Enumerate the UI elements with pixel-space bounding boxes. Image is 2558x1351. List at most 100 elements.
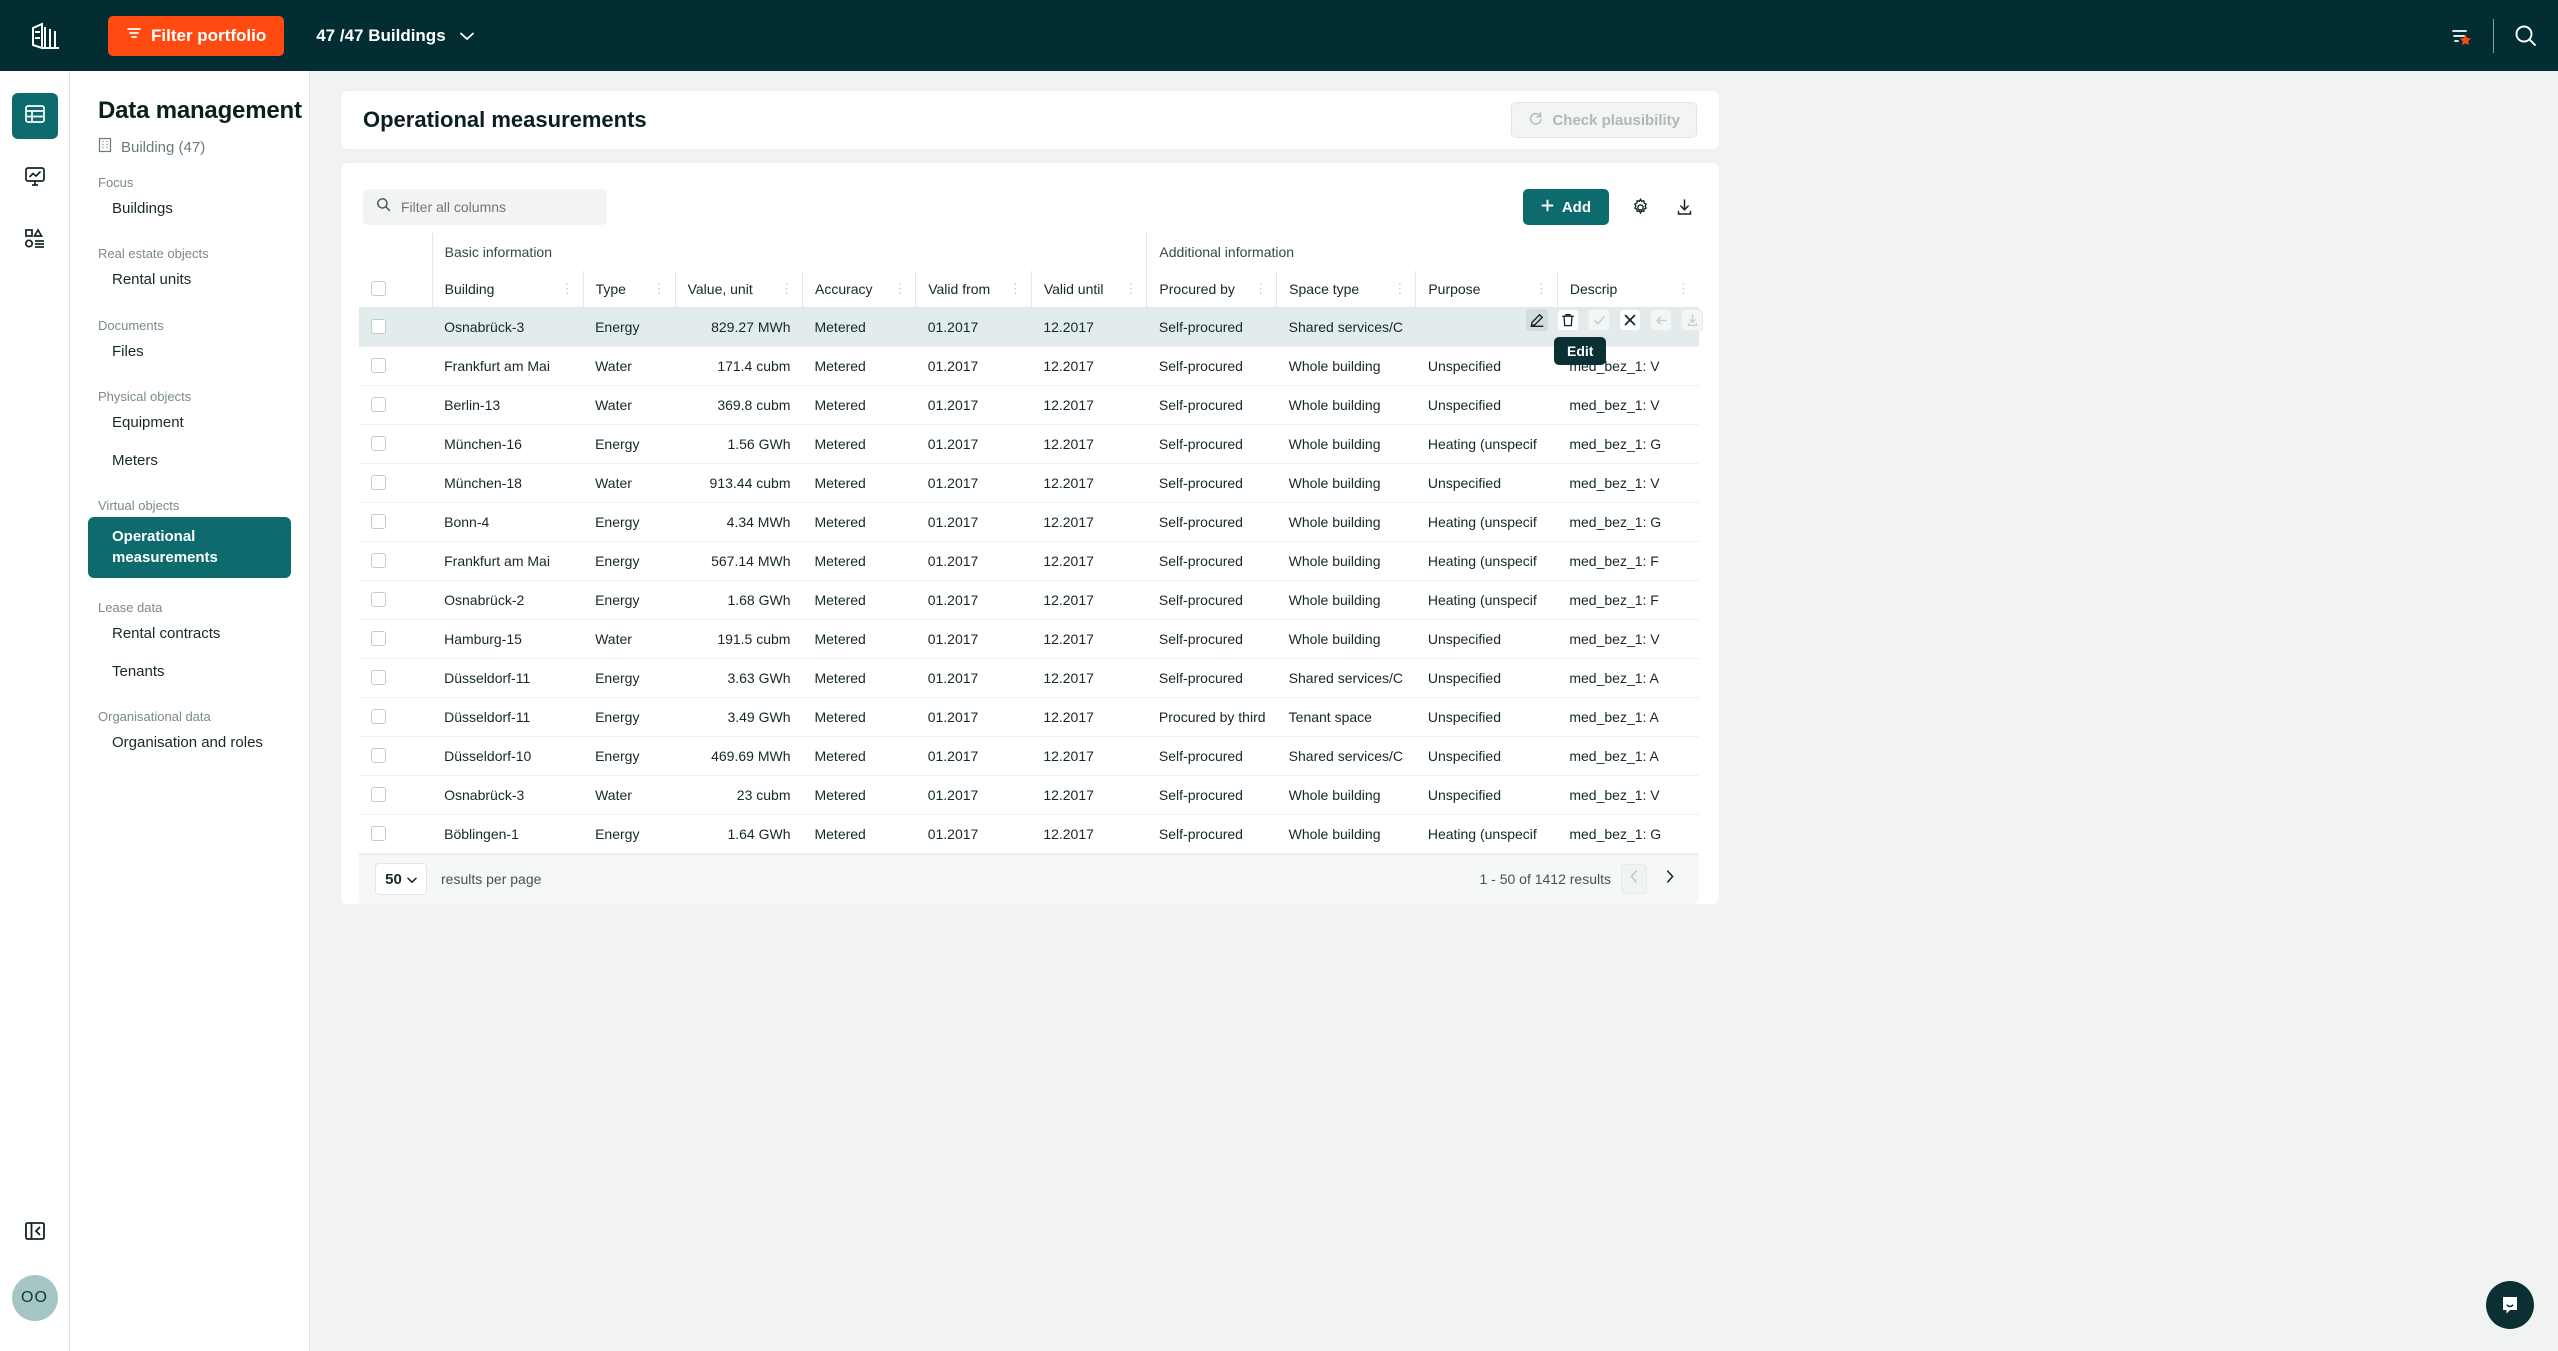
row-select-cell xyxy=(359,502,432,541)
cell-purpose: Unspecified xyxy=(1427,357,1501,374)
table-row[interactable]: Böblingen-1 Energy 1.64 GWh Metered 01.2017 1… xyxy=(359,814,1699,853)
row-checkbox[interactable] xyxy=(371,826,386,841)
close-x-icon[interactable] xyxy=(1619,309,1641,331)
column-menu-icon[interactable]: ⋮ xyxy=(561,281,574,295)
table-row[interactable]: Frankfurt am Mai Water 171.4 cubm Metered 01… xyxy=(359,346,1699,385)
table-row[interactable]: Frankfurt am Mai Energy 567.14 MWh Metered 0… xyxy=(359,541,1699,580)
rail-item-dashboard[interactable] xyxy=(12,155,58,201)
column-header-purpose[interactable]: Purpose ⋮ xyxy=(1415,271,1558,308)
row-checkbox[interactable] xyxy=(371,592,386,607)
table-row[interactable]: Düsseldorf-11 Energy 3.63 GWh Metered 01.201… xyxy=(359,658,1699,697)
cell-procured_by: Self-procured xyxy=(1158,786,1243,803)
row-checkbox[interactable] xyxy=(371,319,386,334)
column-menu-icon[interactable]: ⋮ xyxy=(1009,281,1022,295)
row-checkbox[interactable] xyxy=(371,787,386,802)
table-row[interactable]: Berlin-13 Water 369.8 cubm Metered 01.2017 12… xyxy=(359,385,1699,424)
cell-building: Frankfurt am Mai xyxy=(444,552,550,569)
cell-space_type: Whole building xyxy=(1288,591,1381,608)
check-plausibility-button[interactable]: Check plausibility xyxy=(1511,102,1697,138)
sidebar-item-meters[interactable]: Meters xyxy=(70,442,309,480)
rail-item-reports[interactable] xyxy=(12,217,58,263)
sidebar-item-equipment[interactable]: Equipment xyxy=(70,404,309,442)
sidebar-item-rental-units[interactable]: Rental units xyxy=(70,261,309,299)
column-header-value[interactable]: Value, unit ⋮ xyxy=(674,271,803,308)
select-all-checkbox[interactable] xyxy=(371,281,386,297)
pagination: 1 - 50 of 1412 results xyxy=(1479,864,1683,894)
cell-valid_until: 12.2017 xyxy=(1043,630,1094,647)
column-header-valid_from[interactable]: Valid from ⋮ xyxy=(915,271,1032,308)
row-checkbox[interactable] xyxy=(371,670,386,685)
row-checkbox[interactable] xyxy=(371,748,386,763)
filter-portfolio-button[interactable]: Filter portfolio xyxy=(108,15,285,56)
column-menu-icon[interactable]: ⋮ xyxy=(653,281,666,295)
table-row[interactable]: Düsseldorf-10 Energy 469.69 MWh Metered 01.2… xyxy=(359,736,1699,775)
collapse-sidebar-icon[interactable] xyxy=(15,1211,55,1251)
cell-building: Böblingen-1 xyxy=(444,825,519,842)
column-header-label: Type xyxy=(595,280,626,297)
sidebar-item-buildings[interactable]: Buildings xyxy=(70,190,309,228)
buildings-selector[interactable]: 47 /47 Buildings xyxy=(316,26,474,46)
add-button[interactable]: Add xyxy=(1522,189,1609,225)
column-header-valid_until[interactable]: Valid until ⋮ xyxy=(1030,271,1147,308)
row-select-cell xyxy=(359,541,432,580)
cell-accuracy: Metered xyxy=(814,474,866,491)
prev-page-button[interactable] xyxy=(1621,864,1647,894)
row-checkbox[interactable] xyxy=(371,358,386,373)
column-header-accuracy[interactable]: Accuracy ⋮ xyxy=(801,271,916,308)
table-row[interactable]: Hamburg-15 Water 191.5 cubm Metered 01.2017 1… xyxy=(359,619,1699,658)
table-row[interactable]: Düsseldorf-11 Energy 3.49 GWh Metered 01.201… xyxy=(359,697,1699,736)
table-row[interactable]: München-18 Water 913.44 cubm Metered 01.2017… xyxy=(359,463,1699,502)
chevron-left-icon xyxy=(1630,870,1638,888)
row-select-cell xyxy=(359,346,432,385)
column-header-type[interactable]: Type ⋮ xyxy=(582,271,676,308)
search-icon[interactable] xyxy=(2494,0,2558,71)
column-menu-icon[interactable]: ⋮ xyxy=(1535,281,1548,295)
table-row[interactable]: Osnabrück-3 Energy 829.27 MWh Metered 01.201… xyxy=(359,307,1699,346)
next-page-button[interactable] xyxy=(1657,864,1683,894)
sidebar-item-organisation-and-roles[interactable]: Organisation and roles xyxy=(70,724,309,762)
column-header-procured_by[interactable]: Procured by ⋮ xyxy=(1146,271,1277,308)
sidebar-item-tenants[interactable]: Tenants xyxy=(70,653,309,691)
search-input[interactable] xyxy=(401,199,586,215)
row-checkbox[interactable] xyxy=(371,397,386,412)
row-checkbox[interactable] xyxy=(371,514,386,529)
search-icon xyxy=(376,197,391,217)
table-row[interactable]: Bonn-4 Energy 4.34 MWh Metered 01.2017 12.201… xyxy=(359,502,1699,541)
avatar[interactable]: OO xyxy=(11,1275,58,1321)
gear-icon[interactable] xyxy=(1627,194,1653,220)
cell-value: 171.4 cubm xyxy=(717,357,791,374)
cell-description: med_bez_1: A xyxy=(1569,708,1659,725)
table-row[interactable]: München-16 Energy 1.56 GWh Metered 01.2017 12… xyxy=(359,424,1699,463)
column-menu-icon[interactable]: ⋮ xyxy=(1124,281,1137,295)
search-box[interactable] xyxy=(363,189,607,225)
column-header-description[interactable]: Descrip ⋮ xyxy=(1556,271,1699,308)
column-header-building[interactable]: Building ⋮ xyxy=(431,271,584,308)
row-checkbox[interactable] xyxy=(371,436,386,451)
row-checkbox[interactable] xyxy=(371,553,386,568)
row-checkbox[interactable] xyxy=(371,709,386,724)
cell-accuracy: Metered xyxy=(814,318,866,335)
rail-item-table-view[interactable] xyxy=(11,93,58,139)
download-icon[interactable] xyxy=(1671,194,1697,220)
edit-icon[interactable] xyxy=(1526,309,1548,331)
column-menu-icon[interactable]: ⋮ xyxy=(1677,281,1690,295)
column-menu-icon[interactable]: ⋮ xyxy=(1254,281,1267,295)
sidebar-item-files[interactable]: Files xyxy=(70,333,309,371)
cell-purpose: Unspecified xyxy=(1427,786,1501,803)
column-menu-icon[interactable]: ⋮ xyxy=(780,281,793,295)
building-logo-icon[interactable] xyxy=(20,10,72,62)
row-checkbox[interactable] xyxy=(371,475,386,490)
sidebar-item-operational-measurements[interactable]: Operational measurements xyxy=(88,517,291,578)
sidebar-item-rental-contracts[interactable]: Rental contracts xyxy=(70,615,309,653)
column-menu-icon[interactable]: ⋮ xyxy=(893,281,906,295)
filter-star-icon[interactable] xyxy=(2429,0,2493,71)
table-row[interactable]: Osnabrück-2 Energy 1.68 GWh Metered 01.2017 1… xyxy=(359,580,1699,619)
delete-icon[interactable] xyxy=(1557,309,1579,331)
column-menu-icon[interactable]: ⋮ xyxy=(1393,281,1406,295)
sidebar-group-label: Physical objects xyxy=(98,388,192,404)
row-checkbox[interactable] xyxy=(371,631,386,646)
table-row[interactable]: Osnabrück-3 Water 23 cubm Metered 01.2017 12.… xyxy=(359,775,1699,814)
column-header-space_type[interactable]: Space type ⋮ xyxy=(1276,271,1416,308)
chat-bubble-icon[interactable] xyxy=(2486,1281,2534,1329)
results-per-page-select[interactable]: 50 xyxy=(375,863,427,895)
